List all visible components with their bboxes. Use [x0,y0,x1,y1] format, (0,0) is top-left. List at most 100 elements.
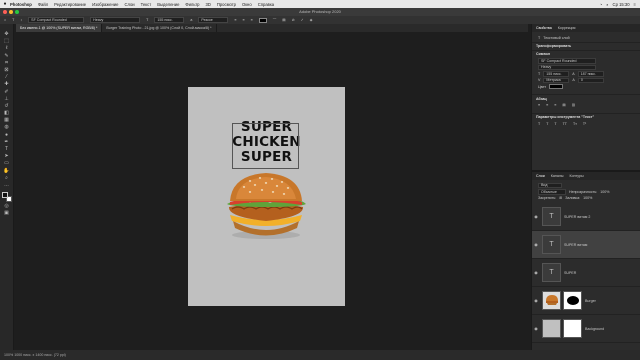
path-select-tool-icon[interactable]: ➤ [2,154,12,160]
visibility-eye-icon[interactable]: ◉ [532,214,540,219]
foreground-color-swatch[interactable] [1,192,8,199]
commit-icon[interactable]: ✓ [301,18,304,22]
color-swatches[interactable] [1,192,12,203]
caps-icon[interactable]: TT [563,122,567,126]
eyedropper-tool-icon[interactable]: ⁄ [2,75,12,81]
align-center-icon[interactable]: ≡ [242,18,244,22]
cancel-icon[interactable]: ⊘ [292,18,295,22]
menu-help[interactable]: Справка [258,2,274,7]
quick-mask-icon[interactable]: ◎ [2,203,12,210]
menu-edit[interactable]: Редактирование [54,2,86,7]
document-canvas[interactable]: SUPER CHICKEN SUPER [188,87,345,306]
type-tool-icon[interactable]: T [2,146,12,153]
opacity-value[interactable]: 100% [600,190,609,194]
panel-font-family-select[interactable]: SF Compact Rounded [538,58,596,64]
menu-type[interactable]: Текст [141,2,152,7]
wifi-icon[interactable]: ◔ [600,2,603,7]
3d-icon[interactable]: ◈ [310,18,313,22]
pen-tool-icon[interactable]: ✒ [2,139,12,146]
lasso-tool-icon[interactable]: ℓ [2,46,12,52]
transform-section[interactable]: Трансформировать [532,41,640,50]
eraser-tool-icon[interactable]: ◧ [2,110,12,117]
layer-filter-select[interactable]: Вид [538,182,562,188]
layer-row-selected[interactable]: ◉ T SUPER витам [532,231,640,259]
align-right-icon[interactable]: ≡ [251,18,253,22]
home-icon[interactable]: ⌂ [4,18,6,22]
visibility-eye-icon[interactable]: ◉ [532,298,540,303]
italic-icon[interactable]: T [554,122,556,126]
menu-window[interactable]: Окно [242,2,252,7]
layer-row[interactable]: ◉ Background [532,315,640,343]
bold-icon[interactable]: T [546,122,548,126]
menu-list-icon[interactable]: ≡ [634,2,636,7]
paragraph-section[interactable]: Абзац [532,94,640,102]
layer-row[interactable]: ◉ Burger [532,287,640,315]
layer-name[interactable]: SUPER витам [564,243,587,247]
layer-name[interactable]: SUPER [564,271,576,275]
justify-icon[interactable]: ▤ [562,103,565,107]
superscript-icon[interactable]: T¹ [583,122,586,126]
dodge-tool-icon[interactable]: ● [2,132,12,139]
tab-burger-photo[interactable]: Burger Training Photo - 21.jpg @ 100% (С… [102,24,217,32]
align-center-icon[interactable]: ≡ [546,103,548,107]
tab-channels[interactable]: Каналы [551,174,564,178]
layer-row[interactable]: ◉ T SUPER [532,259,640,287]
crop-tool-icon[interactable]: ⌗ [2,60,12,67]
visibility-eye-icon[interactable]: ◉ [532,270,540,275]
font-style-select[interactable]: Heavy [90,17,141,23]
tab-paths[interactable]: Контуры [570,174,584,178]
gradient-tool-icon[interactable]: ▦ [2,118,12,124]
layer-mask-thumb[interactable] [563,291,582,310]
justify-all-icon[interactable]: ▥ [572,103,575,107]
transform-bounding-box[interactable] [232,123,299,169]
move-tool-icon[interactable]: ✥ [2,31,12,38]
character-section[interactable]: Символ [532,49,640,58]
search-icon[interactable]: ⌕ [606,2,608,7]
history-brush-tool-icon[interactable]: ↺ [2,103,12,110]
align-left-icon[interactable]: ≡ [234,18,236,22]
visibility-eye-icon[interactable]: ◉ [532,242,540,247]
brush-tool-icon[interactable]: ✐ [2,89,12,96]
hand-tool-icon[interactable]: ✋ [2,168,12,175]
frame-tool-icon[interactable]: ⊠ [2,67,12,74]
font-size-field[interactable]: 155 пикс. [154,17,185,23]
canvas-area[interactable]: SUPER CHICKEN SUPER [15,32,528,350]
fill-value[interactable]: 100% [583,196,592,200]
stamp-tool-icon[interactable]: ⊥ [2,96,12,103]
blend-mode-select[interactable]: Обычные [538,189,566,195]
zoom-tool-icon[interactable]: ⌕ [2,175,12,182]
tab-adjustments[interactable]: Коррекция [558,26,576,30]
menu-3d[interactable]: 3D [205,2,210,7]
burger-image[interactable] [220,171,312,241]
visibility-eye-icon[interactable]: ◉ [532,326,540,331]
menu-filter[interactable]: Фильтр [185,2,199,7]
panel-font-style-select[interactable]: Heavy [538,64,596,70]
small-caps-icon[interactable]: Tт [573,122,577,126]
layer-name[interactable]: Background [585,327,604,331]
orientation-icon[interactable]: ↕ [20,18,22,22]
type-orientation-icon[interactable]: T [538,122,540,126]
menu-layers[interactable]: Слои [124,2,134,7]
tab-layers[interactable]: Слои [536,174,545,178]
panel-font-size-field[interactable]: 155 пикс. [543,71,570,77]
type-tool-icon[interactable]: T [12,18,14,22]
blur-tool-icon[interactable]: ◍ [2,125,12,131]
shape-tool-icon[interactable]: ▭ [2,161,12,167]
minimize-window-icon[interactable] [9,10,13,14]
menu-file[interactable]: Файл [38,2,48,7]
clock[interactable]: Ср 15:30 [613,2,630,7]
tab-properties[interactable]: Свойства [536,26,552,30]
apple-icon[interactable]: ● [0,1,10,7]
panel-color-swatch[interactable] [549,84,564,90]
zoom-window-icon[interactable] [15,10,19,14]
tab-untitled[interactable]: Без имени-1 @ 100% (SUPER витам, RGB/8) … [16,24,103,32]
lock-icon[interactable]: ⊞ [559,196,562,200]
background-mask-thumb[interactable] [563,319,582,338]
menu-view[interactable]: Просмотр [217,2,236,7]
panel-tracking-field[interactable]: 0 [577,77,604,83]
screen-mode-icon[interactable]: ▣ [2,210,12,217]
panel-kerning-field[interactable]: Метрика [543,77,570,83]
text-color-swatch[interactable] [258,17,267,23]
antialias-select[interactable]: Резкое [198,17,229,23]
quick-select-tool-icon[interactable]: ✎ [2,53,12,60]
